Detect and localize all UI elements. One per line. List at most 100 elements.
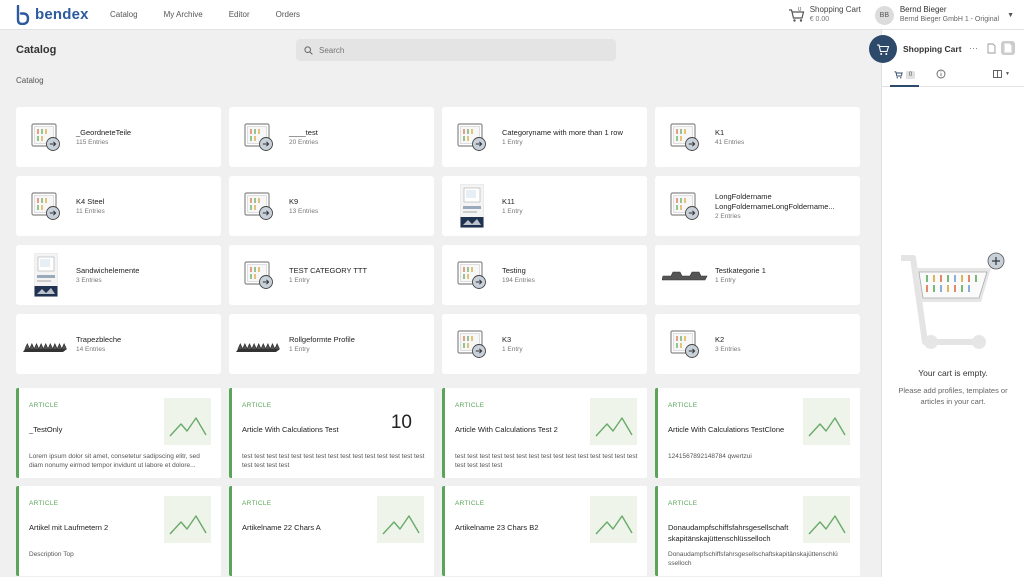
article-card[interactable]: ARTICLE Artikel mit Laufmetern 2 Descripti… <box>16 486 221 576</box>
category-info: _GeordneteTeile 115 Entries <box>76 128 131 146</box>
article-chart-icon <box>595 515 633 535</box>
category-thumbnail <box>16 314 76 374</box>
category-count: 1 Entry <box>502 346 523 353</box>
article-grid: ARTICLE _TestOnly Lorem ipsum dolor sit am… <box>16 388 860 576</box>
category-card[interactable]: K9 13 Entries <box>229 176 434 236</box>
category-count: 2 Entries <box>715 213 741 220</box>
article-title: _TestOnly <box>29 425 63 434</box>
article-thumbnail <box>164 496 211 543</box>
category-count: 11 Entries <box>76 208 105 215</box>
article-thumbnail <box>590 496 637 543</box>
article-thumbnail <box>377 496 424 543</box>
category-name: Trapezbleche <box>76 335 122 344</box>
panel-tabs: 0 ▼ <box>882 64 1024 87</box>
article-title: Article With Calculations Test <box>242 425 339 434</box>
columns-icon <box>993 70 1002 78</box>
user-avatar[interactable]: BB <box>874 5 894 25</box>
article-title: Article With Calculations TestClone <box>668 425 785 434</box>
category-name: Testkategorie 1 <box>715 266 766 275</box>
article-card[interactable]: ARTICLE Artikelname 23 Chars B2 <box>442 486 647 576</box>
category-count: 20 Entries <box>289 139 319 146</box>
category-info: Testkategorie 1 1 Entry <box>715 266 766 284</box>
category-thumbnail <box>16 107 76 167</box>
document-icon[interactable] <box>987 43 996 54</box>
nav-my-archive[interactable]: My Archive <box>164 10 203 19</box>
catalog-folder-icon <box>244 123 273 151</box>
category-card[interactable]: K4 Steel 11 Entries <box>16 176 221 236</box>
category-count: 41 Entries <box>715 139 745 146</box>
category-card[interactable]: K11 1 Entry <box>442 176 647 236</box>
article-chart-icon <box>595 417 633 437</box>
article-card[interactable]: ARTICLE Article With Calculations Test 2 t… <box>442 388 647 478</box>
view-switch-button[interactable]: ▼ <box>993 70 1010 78</box>
article-card[interactable]: ARTICLE Donaudampfschiffsfahrsgesellschaf… <box>655 486 860 576</box>
nav-orders[interactable]: Orders <box>276 10 300 19</box>
shopping-cart-button[interactable]: 0 Shopping Cart € 0.00 <box>788 5 861 25</box>
category-count: 13 Entries <box>289 208 319 215</box>
corrugated-sheet-image <box>23 343 67 352</box>
category-name: K11 <box>502 197 515 206</box>
category-card[interactable]: _GeordneteTeile 115 Entries <box>16 107 221 167</box>
article-card[interactable]: ARTICLE _TestOnly Lorem ipsum dolor sit am… <box>16 388 221 478</box>
category-card[interactable]: TEST CATEGORY TTT 1 Entry <box>229 245 434 305</box>
info-icon[interactable] <box>936 69 946 79</box>
top-navigation-bar: bendex Catalog My Archive Editor Orders … <box>0 0 1024 30</box>
article-chart-icon <box>382 515 420 535</box>
category-card[interactable]: K2 3 Entries <box>655 314 860 374</box>
category-card[interactable]: K3 1 Entry <box>442 314 647 374</box>
category-card[interactable]: LongFoldername LongFoldernameLongFoldern… <box>655 176 860 236</box>
article-description: test test test test test test test test … <box>455 453 638 469</box>
article-thumbnail <box>803 496 850 543</box>
article-description: 1241567892148784 qwertzui <box>668 453 752 460</box>
user-company: Bernd Bieger GmbH 1 - Original <box>899 16 1000 23</box>
tab-cart[interactable]: 0 <box>890 64 919 87</box>
more-options-icon[interactable]: ··· <box>969 43 978 53</box>
user-menu-caret-icon[interactable]: ▼ <box>1007 12 1014 19</box>
article-card[interactable]: ARTICLE Article With Calculations Test tes… <box>229 388 434 478</box>
user-info[interactable]: Bernd Bieger Bernd Bieger GmbH 1 - Origi… <box>900 5 999 25</box>
article-title: Artikelname 23 Chars B2 <box>455 523 539 532</box>
category-name: Testing <box>502 266 526 275</box>
category-name: Categoryname with more than 1 row <box>502 128 623 137</box>
bendex-logo[interactable]: bendex <box>16 4 110 25</box>
category-card[interactable]: ____test 20 Entries <box>229 107 434 167</box>
document-active-button[interactable] <box>1001 41 1015 55</box>
cart-tab-icon <box>894 70 903 78</box>
article-type-label: ARTICLE <box>455 402 485 409</box>
category-thumbnail <box>442 245 502 305</box>
top-right-area: 0 Shopping Cart € 0.00 BB Bernd Bieger B… <box>788 0 1014 30</box>
category-info: K11 1 Entry <box>502 197 523 215</box>
article-thumbnail <box>164 398 211 445</box>
search-input[interactable] <box>319 45 599 55</box>
category-name: TEST CATEGORY TTT <box>289 266 368 275</box>
catalog-folder-icon <box>244 192 273 220</box>
article-chart-icon <box>808 515 846 535</box>
article-chart-icon <box>808 417 846 437</box>
article-description: Donaudampfschiffsfahrsgesellschaftskapit… <box>668 551 838 567</box>
search-icon <box>304 45 313 55</box>
article-type-label: ARTICLE <box>668 402 698 409</box>
article-title: Artikelname 22 Chars A <box>242 523 321 532</box>
article-card[interactable]: ARTICLE Artikelname 22 Chars A <box>229 486 434 576</box>
category-card[interactable]: Testing 194 Entries <box>442 245 647 305</box>
search-box <box>296 39 616 61</box>
nav-editor[interactable]: Editor <box>229 10 250 19</box>
category-card[interactable]: Sandwichelemente 3 Entries <box>16 245 221 305</box>
empty-cart-title: Your cart is empty. <box>918 368 988 378</box>
category-count: 3 Entries <box>76 277 102 284</box>
breadcrumb[interactable]: Catalog <box>16 76 44 85</box>
category-info: K9 13 Entries <box>289 197 318 215</box>
article-card[interactable]: ARTICLE Article With Calculations TestClo… <box>655 388 860 478</box>
catalog-folder-icon <box>670 330 699 358</box>
category-card[interactable]: K1 41 Entries <box>655 107 860 167</box>
brochure-image <box>34 253 58 297</box>
category-card[interactable]: Rollgeformte Profile 1 Entry <box>229 314 434 374</box>
category-name: Sandwichelemente <box>76 266 140 275</box>
catalog-folder-icon <box>244 261 273 289</box>
cart-panel-toggle-button[interactable] <box>869 35 897 63</box>
category-thumbnail <box>655 314 715 374</box>
category-card[interactable]: Trapezbleche 14 Entries <box>16 314 221 374</box>
nav-catalog[interactable]: Catalog <box>110 10 138 19</box>
category-card[interactable]: Categoryname with more than 1 row 1 Entry <box>442 107 647 167</box>
category-card[interactable]: Testkategorie 1 1 Entry <box>655 245 860 305</box>
